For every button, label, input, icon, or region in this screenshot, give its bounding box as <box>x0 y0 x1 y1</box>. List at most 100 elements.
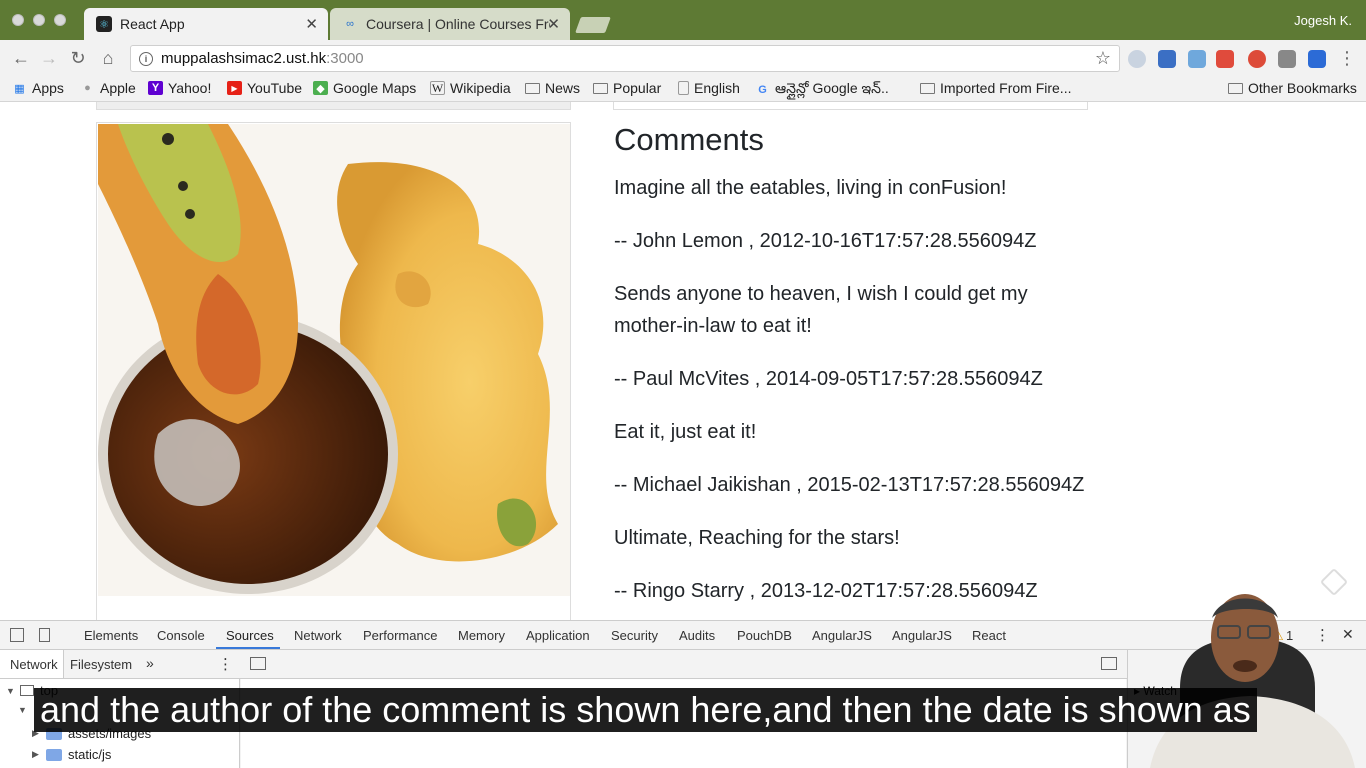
google-maps-icon: ◆ <box>313 81 328 95</box>
close-window-button[interactable] <box>12 14 24 26</box>
react-favicon-icon: ⚛ <box>96 16 112 32</box>
site-info-icon[interactable]: i <box>139 51 153 66</box>
bookmark-other[interactable]: Other Bookmarks <box>1228 80 1357 96</box>
devtools-tab-performance[interactable]: Performance <box>363 628 437 643</box>
nav-tab-filesystem[interactable]: Filesystem <box>70 657 132 672</box>
download-extension-icon[interactable] <box>1158 50 1176 68</box>
expand-triangle-icon[interactable]: ▼ <box>6 686 15 696</box>
extension-icon[interactable] <box>1188 50 1206 68</box>
bookmark-imported[interactable]: Imported From Fire... <box>920 80 1071 96</box>
google-icon: G <box>758 84 767 96</box>
device-toolbar-icon[interactable] <box>39 628 50 642</box>
tab-react-app[interactable]: ⚛ React App ✕ <box>84 8 328 40</box>
bookmarks-bar: ▦ Apps ● Apple Y Yahoo! ▶ YouTube ◆ Google Ma… <box>0 76 1366 102</box>
devtools-tab-network[interactable]: Network <box>294 628 342 643</box>
bookmark-apple[interactable]: ● Apple <box>80 80 136 96</box>
tree-node-static-js[interactable]: ▶ static/js <box>32 747 111 762</box>
page-viewport[interactable]: Comments Imagine all the eatables, livin… <box>0 102 1366 620</box>
card-edge <box>96 102 571 110</box>
card-edge <box>613 102 1088 110</box>
bookmark-label: Wikipedia <box>450 80 511 96</box>
back-arrow-icon[interactable]: ← <box>10 48 32 69</box>
inspect-element-icon[interactable] <box>10 628 24 642</box>
comments-section: Comments Imagine all the eatables, livin… <box>614 122 1094 620</box>
bookmark-label: YouTube <box>247 80 303 96</box>
video-caption: and the author of the comment is shown h… <box>34 688 1257 732</box>
bookmark-label: Google Maps <box>333 80 417 96</box>
bookmark-label: English <box>694 80 740 96</box>
extension-icon[interactable] <box>1128 50 1146 68</box>
close-tab-icon[interactable]: ✕ <box>305 15 318 33</box>
youtube-icon: ▶ <box>227 81 242 95</box>
bookmark-label: News <box>545 80 581 96</box>
new-tab-button[interactable] <box>575 17 611 33</box>
home-icon[interactable]: ⌂ <box>97 48 119 69</box>
reload-icon[interactable]: ↻ <box>67 48 89 69</box>
dish-photo-illustration <box>98 124 570 596</box>
maximize-window-button[interactable] <box>54 14 66 26</box>
bookmark-apps[interactable]: ▦ Apps <box>12 80 64 96</box>
bookmark-google-input[interactable]: G ఆన్లైన్లో Google ఇన్.. <box>755 80 889 100</box>
page-icon <box>678 81 689 95</box>
devtools-tab-security[interactable]: Security <box>611 628 658 643</box>
toggle-debugger-icon[interactable] <box>1101 657 1117 670</box>
devtools-tab-angularjs[interactable]: AngularJS <box>812 628 872 643</box>
google-plus-extension-icon[interactable] <box>1248 50 1266 68</box>
bookmark-news[interactable]: News <box>525 80 580 96</box>
dish-image <box>98 124 570 596</box>
devtools-tab-console[interactable]: Console <box>157 628 205 643</box>
nav-tab-network[interactable]: Network <box>0 650 64 678</box>
url-host: muppalashsimac2.ust.hk <box>161 50 327 67</box>
browser-menu-icon[interactable]: ⋮ <box>1336 48 1358 69</box>
devtools-tab-angularjs-2[interactable]: AngularJS <box>892 628 952 643</box>
devtools-tab-application[interactable]: Application <box>526 628 590 643</box>
browser-tabstrip: ⚛ React App ✕ ∞ Coursera | Online Course… <box>0 0 1366 40</box>
toggle-navigator-icon[interactable] <box>250 657 266 670</box>
folder-icon <box>920 82 935 94</box>
devtools-tab-audits[interactable]: Audits <box>679 628 715 643</box>
url-port: :3000 <box>326 50 364 67</box>
presenter-illustration <box>1150 594 1355 768</box>
extension-icon[interactable] <box>1308 50 1326 68</box>
devtools-tab-react[interactable]: React <box>972 628 1006 643</box>
bookmark-youtube[interactable]: ▶ YouTube <box>227 80 302 96</box>
close-tab-icon[interactable]: ✕ <box>547 15 560 33</box>
bookmark-star-icon[interactable]: ☆ <box>1095 48 1111 69</box>
comments-heading: Comments <box>614 122 764 157</box>
tree-node-host[interactable]: ▼ <box>18 705 32 715</box>
comment-text: Ultimate, Reaching for the stars! <box>614 527 900 549</box>
presenter-webcam <box>1140 578 1366 768</box>
comment-text: Sends anyone to heaven, I wish I could g… <box>614 283 1028 337</box>
tree-label: static/js <box>68 747 112 762</box>
folder-icon <box>525 82 540 94</box>
comment-text: Imagine all the eatables, living in conF… <box>614 177 1007 199</box>
bookmark-wikipedia[interactable]: W Wikipedia <box>430 80 511 96</box>
devtools-tab-sources[interactable]: Sources <box>226 628 274 643</box>
profile-name[interactable]: Jogesh K. <box>1294 13 1352 28</box>
comment-byline: -- Paul McVites , 2014-09-05T17:57:28.55… <box>614 368 1043 390</box>
address-bar[interactable]: i muppalashsimac2.ust.hk:3000 ☆ <box>130 45 1120 72</box>
devtools-tab-pouchdb[interactable]: PouchDB <box>737 628 792 643</box>
tools-extension-icon[interactable] <box>1278 50 1296 68</box>
devtools-tab-elements[interactable]: Elements <box>84 628 138 643</box>
minimize-window-button[interactable] <box>33 14 45 26</box>
forward-arrow-icon[interactable]: → <box>38 48 60 69</box>
apple-icon: ● <box>84 82 91 94</box>
navigator-menu-icon[interactable]: ⋮ <box>218 655 233 673</box>
bookmark-label: Popular <box>613 80 662 96</box>
new-badge-extension-icon[interactable] <box>1216 50 1234 68</box>
devtools-tab-memory[interactable]: Memory <box>458 628 505 643</box>
bookmark-google-maps[interactable]: ◆ Google Maps <box>313 80 416 96</box>
tab-title: Coursera | Online Courses Fro <box>366 16 550 32</box>
collapse-triangle-icon[interactable]: ▶ <box>32 749 40 760</box>
comment-text: Eat it, just eat it! <box>614 421 757 443</box>
expand-triangle-icon[interactable]: ▼ <box>18 705 27 715</box>
comment-byline: -- John Lemon , 2012-10-16T17:57:28.5560… <box>614 230 1037 252</box>
more-tabs-icon[interactable]: » <box>146 655 154 671</box>
bookmark-english[interactable]: English <box>678 80 740 96</box>
coursera-favicon-icon: ∞ <box>346 18 354 30</box>
active-tab-indicator <box>216 647 280 649</box>
tab-coursera[interactable]: ∞ Coursera | Online Courses Fro ✕ <box>330 8 570 40</box>
bookmark-yahoo[interactable]: Y Yahoo! <box>148 80 211 96</box>
bookmark-popular[interactable]: Popular <box>593 80 661 96</box>
